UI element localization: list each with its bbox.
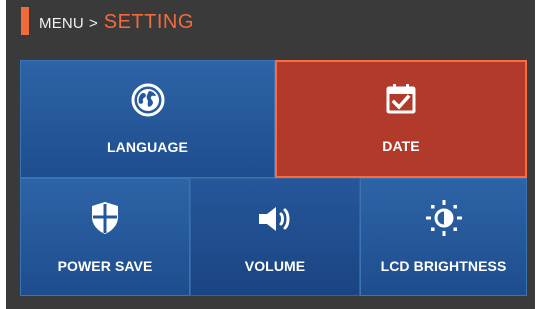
header: MENU > SETTING [6, 0, 535, 48]
power-save-tile[interactable]: POWER SAVE [20, 178, 190, 296]
calendar-check-icon [386, 84, 416, 114]
date-tile[interactable]: DATE [275, 60, 527, 178]
shield-icon [92, 202, 118, 234]
lcd-brightness-label: LCD BRIGHTNESS [380, 258, 507, 274]
header-accent-bar [21, 7, 29, 35]
language-tile[interactable]: LANGUAGE [20, 60, 275, 178]
settings-screen: MENU > SETTING LANGUAGE DATE POWER SAVE … [6, 0, 535, 309]
volume-tile[interactable]: VOLUME [190, 178, 360, 296]
page-title: SETTING [103, 11, 194, 33]
lcd-brightness-tile[interactable]: LCD BRIGHTNESS [360, 178, 527, 296]
breadcrumb-menu[interactable]: MENU [39, 15, 84, 32]
language-label: LANGUAGE [107, 139, 188, 155]
speaker-icon [259, 207, 290, 231]
brightness-icon [425, 200, 462, 236]
breadcrumb: MENU > SETTING [39, 11, 194, 37]
globe-icon [131, 83, 164, 117]
power-save-label: POWER SAVE [57, 258, 153, 274]
date-label: DATE [382, 138, 420, 154]
volume-label: VOLUME [244, 258, 306, 274]
settings-menu-grid: LANGUAGE DATE POWER SAVE VOLUME LCD BRIG… [20, 60, 527, 296]
breadcrumb-separator: > [88, 15, 98, 32]
